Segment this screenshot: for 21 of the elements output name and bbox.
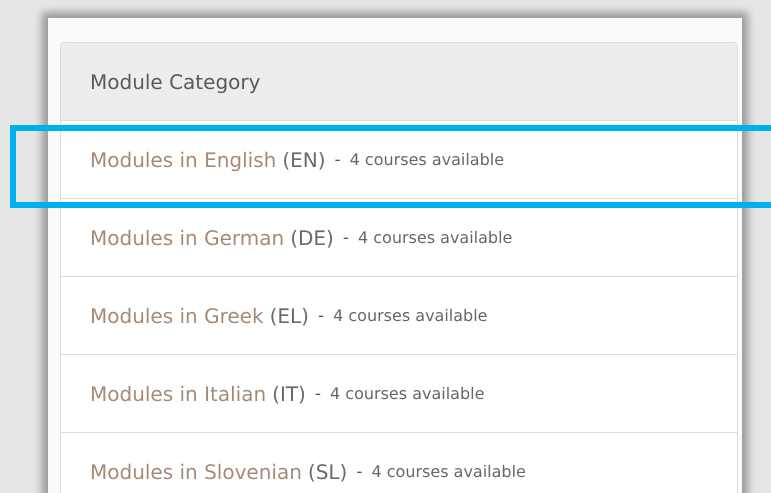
separator: - <box>342 228 349 248</box>
course-count: 4 courses available <box>330 384 484 403</box>
separator: - <box>334 150 341 170</box>
course-count: 4 courses available <box>358 228 512 247</box>
category-link[interactable]: Modules in Greek <box>90 304 264 328</box>
category-link[interactable]: Modules in German <box>90 226 284 250</box>
language-code: (DE) <box>290 226 334 250</box>
language-code: (SL) <box>308 460 348 484</box>
separator: - <box>318 306 324 326</box>
course-count: 4 courses available <box>371 462 526 481</box>
panel-heading: Module Category <box>90 70 260 94</box>
course-count: 4 courses available <box>333 306 488 325</box>
language-code: (EL) <box>270 304 309 328</box>
course-count: 4 courses available <box>350 150 504 169</box>
language-code: (EN) <box>282 148 326 172</box>
separator: - <box>314 384 322 404</box>
category-link[interactable]: Modules in English <box>90 148 276 172</box>
separator: - <box>356 462 362 482</box>
category-link[interactable]: Modules in Italian <box>90 382 266 406</box>
language-code: (IT) <box>272 382 306 406</box>
category-link[interactable]: Modules in Slovenian <box>90 460 302 484</box>
